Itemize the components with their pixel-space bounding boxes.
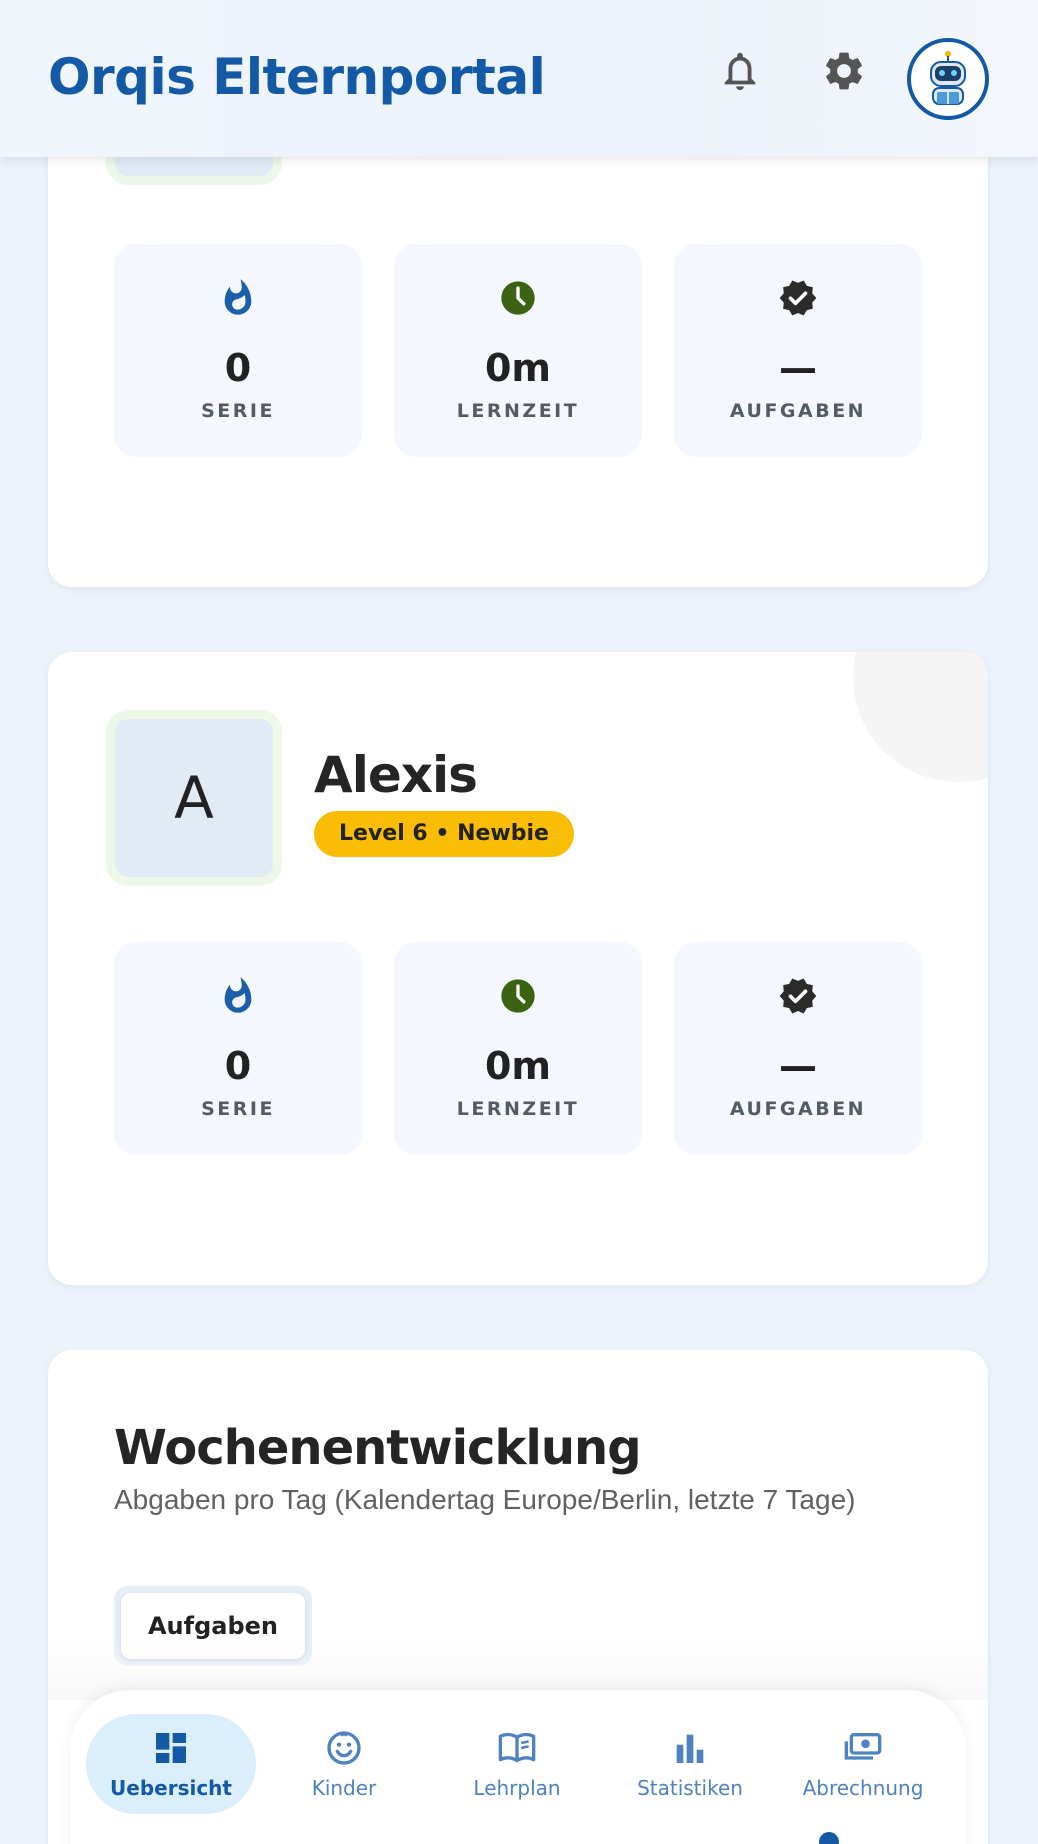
decorative-circle: [853, 652, 988, 782]
flame-icon: [224, 279, 252, 315]
child-name: Alexis: [314, 746, 478, 804]
clock-icon: [501, 281, 535, 315]
stat-learning-time: 0m LERNZEIT: [394, 942, 642, 1155]
bottom-navigation: Uebersicht Kinder Lehrplan Statistiken A…: [70, 1690, 966, 1844]
stat-label: SERIE: [201, 1098, 275, 1120]
bar-chart-icon: [676, 1734, 704, 1763]
verified-badge-icon: [779, 280, 817, 316]
robot-avatar-image: [930, 51, 966, 105]
nav-item-children[interactable]: Kinder: [259, 1714, 429, 1814]
stat-tasks: — AUFGABEN: [674, 942, 922, 1155]
level-badge: Level 6 • Newbie: [314, 811, 574, 857]
bell-icon[interactable]: [717, 48, 763, 94]
stat-label: LERNZEIT: [456, 400, 580, 422]
stat-label: LERNZEIT: [456, 1098, 580, 1120]
stat-value: 0m: [484, 1044, 552, 1088]
stat-label: AUFGABEN: [729, 400, 867, 422]
flame-icon: [224, 977, 252, 1013]
section-subtitle: Abgaben pro Tag (Kalendertag Europe/Berl…: [114, 1484, 856, 1515]
stat-learning-time: 0m LERNZEIT: [394, 244, 642, 457]
child-initial: A: [174, 764, 214, 832]
child-card-alexis[interactable]: A Alexis Level 6 • Newbie 0 SERIE 0m LER…: [48, 652, 988, 1285]
robot-avatar[interactable]: [907, 38, 989, 120]
child-avatar-box: A: [106, 710, 282, 886]
stat-value: 0: [224, 346, 252, 390]
clock-icon: [501, 979, 535, 1013]
gear-icon[interactable]: [821, 48, 867, 94]
verified-badge-icon: [779, 978, 817, 1014]
child-card: 0 SERIE 0m LERNZEIT — AUFGABEN: [48, 100, 988, 587]
nav-item-billing[interactable]: Abrechnung: [778, 1714, 948, 1814]
stat-streak: 0 SERIE: [114, 942, 362, 1155]
nav-item-curriculum[interactable]: Lehrplan: [432, 1714, 602, 1814]
dashboard-icon: [156, 1733, 186, 1763]
stat-value: —: [779, 346, 817, 390]
stat-streak: 0 SERIE: [114, 244, 362, 457]
nav-item-overview[interactable]: Uebersicht: [86, 1714, 256, 1814]
smiley-icon: [327, 1731, 361, 1765]
stat-label: AUFGABEN: [729, 1098, 867, 1120]
section-title: Wochenentwicklung: [114, 1420, 642, 1476]
stat-value: —: [779, 1044, 817, 1088]
top-app-bar: Orqis Elternportal: [0, 0, 1038, 157]
nav-item-statistics[interactable]: Statistiken: [605, 1714, 775, 1814]
stat-tasks: — AUFGABEN: [674, 244, 922, 457]
nav-label: Abrechnung: [802, 1776, 924, 1800]
app-title: Orqis Elternportal: [48, 48, 546, 106]
book-icon: [498, 1732, 536, 1763]
stat-label: SERIE: [201, 400, 275, 422]
money-icon: [844, 1733, 882, 1760]
stat-value: 0m: [484, 346, 552, 390]
stat-value: 0: [224, 1044, 252, 1088]
